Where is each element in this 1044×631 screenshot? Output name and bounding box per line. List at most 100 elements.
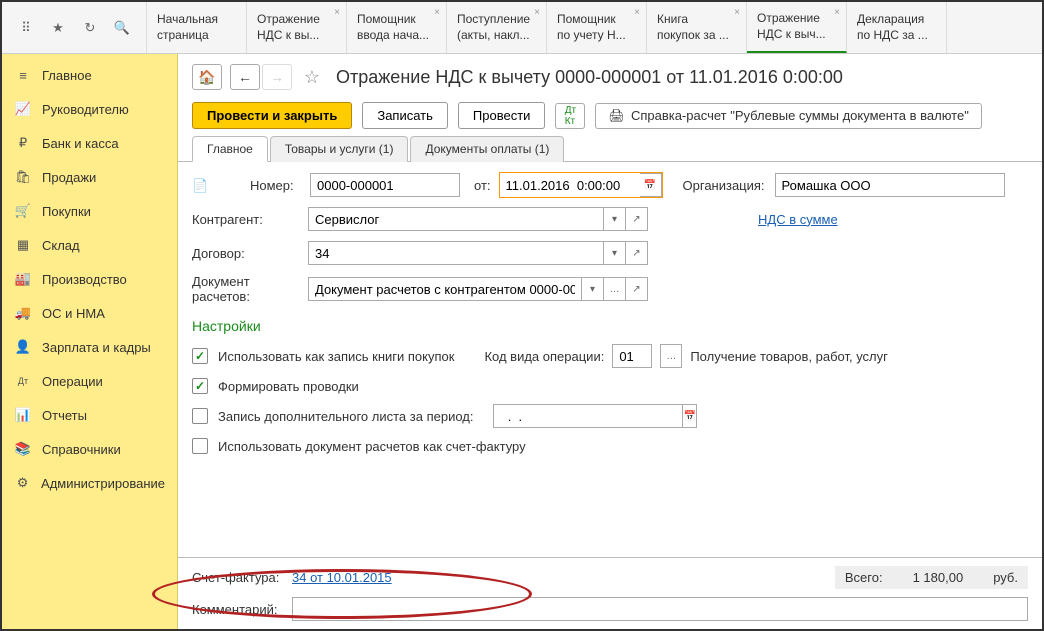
ruble-icon: ₽ [14, 134, 32, 152]
star-icon[interactable]: ★ [46, 16, 70, 40]
printer-icon: 🖨 [608, 108, 625, 124]
number-label: Номер: [250, 178, 310, 193]
cb-as-invoice[interactable] [192, 438, 208, 454]
close-icon[interactable]: × [634, 6, 640, 19]
dtk-icon: Дт [14, 372, 32, 390]
search-icon[interactable]: 🔍 [110, 16, 134, 40]
opcode-input[interactable] [612, 344, 652, 368]
nav-sales[interactable]: 🛍Продажи [2, 160, 177, 194]
counterparty-input[interactable] [308, 207, 604, 231]
apps-icon[interactable]: ⠿ [14, 16, 38, 40]
comment-input[interactable] [292, 597, 1028, 621]
person-icon: 👤 [14, 338, 32, 356]
tab-2[interactable]: Помощникввода нача...× [347, 2, 447, 53]
contract-input[interactable] [308, 241, 604, 265]
opcode-desc: Получение товаров, работ, услуг [690, 349, 888, 364]
bars-icon: 📊 [14, 406, 32, 424]
close-icon[interactable]: × [534, 6, 540, 19]
number-input[interactable] [310, 173, 460, 197]
grid-icon: ▦ [14, 236, 32, 254]
settlement-input[interactable] [308, 277, 582, 301]
from-label: от: [474, 178, 491, 193]
total-label: Всего: [845, 570, 883, 585]
cb-extra-sheet-label: Запись дополнительного листа за период: [218, 409, 473, 424]
history-icon[interactable]: ↻ [78, 16, 102, 40]
close-icon[interactable]: × [834, 6, 840, 19]
bag-icon: 🛍 [14, 168, 32, 186]
tab-4[interactable]: Помощникпо учету Н...× [547, 2, 647, 53]
nav-assets[interactable]: 🚚ОС и НМА [2, 296, 177, 330]
back-button[interactable]: ← [230, 64, 260, 90]
nav-main[interactable]: ≡Главное [2, 58, 177, 92]
open-button[interactable]: ↗ [626, 207, 648, 231]
currency: руб. [993, 570, 1018, 585]
nav-directories[interactable]: 📚Справочники [2, 432, 177, 466]
truck-icon: 🚚 [14, 304, 32, 322]
date-input[interactable] [500, 173, 640, 197]
page-title: Отражение НДС к вычету 0000-000001 от 11… [336, 67, 843, 88]
tab-1[interactable]: ОтражениеНДС к вы...× [247, 2, 347, 53]
top-toolbar: ⠿ ★ ↻ 🔍 Начальнаястраница ОтражениеНДС к… [2, 2, 1042, 54]
nav-payroll[interactable]: 👤Зарплата и кадры [2, 330, 177, 364]
forward-button[interactable]: → [262, 64, 292, 90]
period-input[interactable] [493, 404, 683, 428]
nav-admin[interactable]: ⚙Администрирование [2, 466, 177, 500]
tab-home[interactable]: Начальнаястраница [147, 2, 247, 53]
invoice-link[interactable]: 34 от 10.01.2015 [292, 570, 392, 585]
cb-postings-label: Формировать проводки [218, 379, 359, 394]
close-icon[interactable]: × [734, 6, 740, 19]
home-button[interactable]: 🏠 [192, 64, 222, 90]
dropdown-button[interactable]: ▾ [604, 241, 626, 265]
cb-as-invoice-label: Использовать документ расчетов как счет-… [218, 439, 526, 454]
org-label: Организация: [683, 178, 765, 193]
nav-bank[interactable]: ₽Банк и касса [2, 126, 177, 160]
tab-6-active[interactable]: ОтражениеНДС к выч...× [747, 2, 847, 53]
select-button[interactable]: … [604, 277, 626, 301]
post-close-button[interactable]: Провести и закрыть [192, 102, 352, 129]
doc-tab-goods[interactable]: Товары и услуги (1) [270, 136, 409, 162]
doc-tab-payments[interactable]: Документы оплаты (1) [410, 136, 564, 162]
opcode-label: Код вида операции: [484, 349, 604, 364]
total-value: 1 180,00 [913, 570, 964, 585]
nav-production[interactable]: 🏭Производство [2, 262, 177, 296]
dropdown-button[interactable]: ▾ [604, 207, 626, 231]
sidebar: ≡Главное 📈Руководителю ₽Банк и касса 🛍Пр… [2, 54, 178, 629]
tabs-row: Начальнаястраница ОтражениеНДС к вы...× … [147, 2, 1042, 53]
favorite-button[interactable]: ☆ [300, 65, 324, 89]
contract-label: Договор: [192, 246, 308, 261]
books-icon: 📚 [14, 440, 32, 458]
chart-icon: 📈 [14, 100, 32, 118]
factory-icon: 🏭 [14, 270, 32, 288]
tab-3[interactable]: Поступление(акты, накл...× [447, 2, 547, 53]
dropdown-button[interactable]: ▾ [582, 277, 604, 301]
nav-manager[interactable]: 📈Руководителю [2, 92, 177, 126]
nav-purchases[interactable]: 🛒Покупки [2, 194, 177, 228]
cb-postings[interactable] [192, 378, 208, 394]
gear-icon: ⚙ [14, 474, 31, 492]
nav-operations[interactable]: ДтОперации [2, 364, 177, 398]
menu-icon: ≡ [14, 66, 32, 84]
cb-extra-sheet[interactable] [192, 408, 208, 424]
org-input[interactable] [775, 173, 1005, 197]
nav-warehouse[interactable]: ▦Склад [2, 228, 177, 262]
settlement-label: Документ расчетов: [192, 274, 308, 304]
close-icon[interactable]: × [334, 6, 340, 19]
close-icon[interactable]: × [434, 6, 440, 19]
tab-5[interactable]: Книгапокупок за ...× [647, 2, 747, 53]
save-button[interactable]: Записать [362, 102, 448, 129]
opcode-select[interactable]: … [660, 344, 682, 368]
calendar-button[interactable]: 📅 [683, 404, 696, 428]
open-button[interactable]: ↗ [626, 277, 648, 301]
tab-7[interactable]: Декларацияпо НДС за ... [847, 2, 947, 53]
cart-icon: 🛒 [14, 202, 32, 220]
open-button[interactable]: ↗ [626, 241, 648, 265]
post-button[interactable]: Провести [458, 102, 546, 129]
nav-reports[interactable]: 📊Отчеты [2, 398, 177, 432]
dtk-button[interactable]: ДтКт [555, 103, 585, 129]
vat-link[interactable]: НДС в сумме [758, 212, 838, 227]
calendar-button[interactable]: 📅 [640, 173, 662, 197]
report-button[interactable]: 🖨 Справка-расчет "Рублевые суммы докумен… [595, 103, 981, 129]
footer: Счет-фактура: 34 от 10.01.2015 Всего: 1 … [178, 557, 1042, 629]
cb-book-entry[interactable] [192, 348, 208, 364]
doc-tab-main[interactable]: Главное [192, 136, 268, 162]
